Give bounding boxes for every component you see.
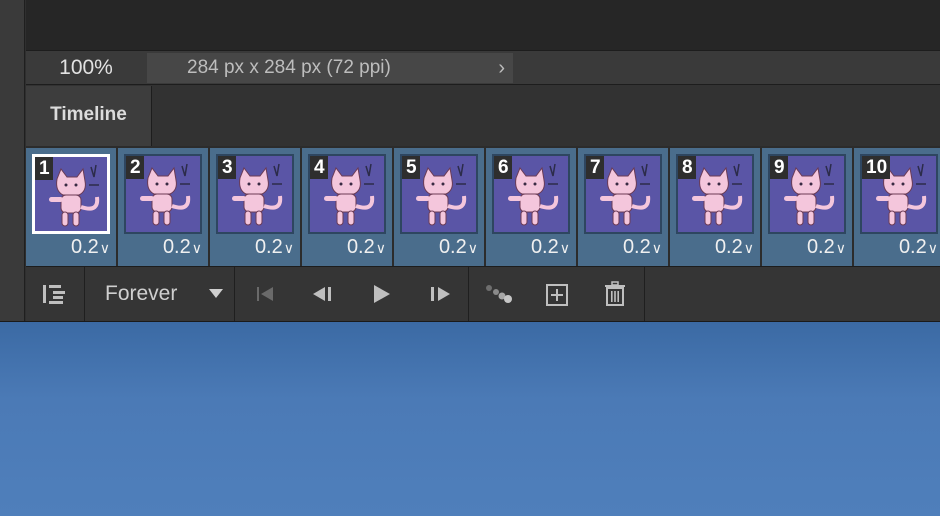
desktop-background bbox=[0, 322, 940, 516]
timeline-convert-icon[interactable] bbox=[43, 283, 69, 305]
frame-delay[interactable]: 0.2∨ bbox=[255, 236, 294, 259]
frame-number: 8 bbox=[678, 156, 696, 179]
chevron-down-icon[interactable]: ∨ bbox=[928, 240, 938, 256]
trash-icon[interactable] bbox=[603, 281, 627, 307]
frame-thumbnail[interactable]: 8 bbox=[676, 154, 754, 234]
chevron-down-icon[interactable]: ∨ bbox=[652, 240, 662, 256]
frame-delay[interactable]: 0.2∨ bbox=[531, 236, 570, 259]
frame-thumbnail[interactable]: 1 bbox=[32, 154, 110, 234]
frame-thumbnail[interactable]: 9 bbox=[768, 154, 846, 234]
convert-section bbox=[26, 267, 85, 322]
animation-frame[interactable]: 7 0.2∨ bbox=[578, 148, 668, 266]
frame-thumbnail[interactable]: 3 bbox=[216, 154, 294, 234]
panel-header: Timeline bbox=[26, 84, 940, 147]
frame-delay-value: 0.2 bbox=[254, 236, 283, 258]
chevron-down-icon[interactable]: ∨ bbox=[376, 240, 386, 256]
frame-thumbnail[interactable]: 10 bbox=[860, 154, 938, 234]
frame-thumbnail[interactable]: 7 bbox=[584, 154, 662, 234]
frame-number: 1 bbox=[35, 157, 53, 180]
frame-thumbnail[interactable]: 6 bbox=[492, 154, 570, 234]
canvas-area bbox=[26, 0, 940, 50]
zoom-level[interactable]: 100% bbox=[26, 51, 146, 84]
frame-delay-value: 0.2 bbox=[898, 236, 927, 258]
animation-frame[interactable]: 4 0.2∨ bbox=[302, 148, 392, 266]
next-frame-icon[interactable] bbox=[429, 285, 453, 303]
frames-strip: 1 0.2∨ 2 0.2∨ 3 0.2∨ 4 0.2∨ 5 0.2∨ 6 0.2∨ 7 0.2∨ 8 0.2∨… bbox=[26, 146, 940, 266]
frame-number: 10 bbox=[862, 156, 891, 179]
dropdown-caret-icon[interactable] bbox=[209, 289, 223, 298]
frame-number: 2 bbox=[126, 156, 144, 179]
status-bar: 100% 284 px x 284 px (72 ppi) › bbox=[26, 50, 940, 84]
animation-frame[interactable]: 8 0.2∨ bbox=[670, 148, 760, 266]
animation-frame[interactable]: 10 0.2∨ bbox=[854, 148, 940, 266]
chevron-down-icon[interactable]: ∨ bbox=[100, 240, 110, 256]
frame-delay[interactable]: 0.2∨ bbox=[807, 236, 846, 259]
frame-delay[interactable]: 0.2∨ bbox=[71, 236, 110, 259]
frame-delay-value: 0.2 bbox=[438, 236, 467, 258]
frame-delay[interactable]: 0.2∨ bbox=[715, 236, 754, 259]
frame-delay-value: 0.2 bbox=[530, 236, 559, 258]
tween-icon[interactable] bbox=[485, 284, 513, 304]
chevron-down-icon[interactable]: ∨ bbox=[744, 240, 754, 256]
duplicate-frame-icon[interactable] bbox=[545, 283, 569, 307]
frame-number: 9 bbox=[770, 156, 788, 179]
chevron-down-icon[interactable]: ∨ bbox=[284, 240, 294, 256]
play-icon[interactable] bbox=[371, 284, 393, 304]
frame-delay-value: 0.2 bbox=[162, 236, 191, 258]
animation-frame[interactable]: 5 0.2∨ bbox=[394, 148, 484, 266]
chevron-down-icon[interactable]: ∨ bbox=[468, 240, 478, 256]
frame-delay[interactable]: 0.2∨ bbox=[439, 236, 478, 259]
loop-options[interactable]: Forever bbox=[85, 267, 235, 322]
frame-number: 6 bbox=[494, 156, 512, 179]
frame-thumbnail[interactable]: 4 bbox=[308, 154, 386, 234]
document-dimensions: 284 px x 284 px (72 ppi) bbox=[187, 57, 391, 78]
chevron-down-icon[interactable]: ∨ bbox=[836, 240, 846, 256]
timeline-toolbar: Forever bbox=[26, 266, 940, 322]
chevron-down-icon[interactable]: ∨ bbox=[560, 240, 570, 256]
playback-controls bbox=[235, 267, 469, 322]
frame-actions bbox=[469, 267, 645, 322]
frame-number: 3 bbox=[218, 156, 236, 179]
animation-frame[interactable]: 1 0.2∨ bbox=[26, 148, 116, 266]
animation-frame[interactable]: 6 0.2∨ bbox=[486, 148, 576, 266]
document-info[interactable]: 284 px x 284 px (72 ppi) › bbox=[147, 53, 513, 83]
animation-frame[interactable]: 3 0.2∨ bbox=[210, 148, 300, 266]
frame-thumbnail[interactable]: 5 bbox=[400, 154, 478, 234]
frame-number: 4 bbox=[310, 156, 328, 179]
animation-frame[interactable]: 9 0.2∨ bbox=[762, 148, 852, 266]
frame-delay[interactable]: 0.2∨ bbox=[347, 236, 386, 259]
frame-number: 7 bbox=[586, 156, 604, 179]
animation-frame[interactable]: 2 0.2∨ bbox=[118, 148, 208, 266]
frame-delay[interactable]: 0.2∨ bbox=[899, 236, 938, 259]
first-frame-icon[interactable] bbox=[255, 285, 277, 303]
chevron-right-icon[interactable]: › bbox=[498, 53, 505, 83]
left-gutter bbox=[0, 0, 25, 322]
frame-delay[interactable]: 0.2∨ bbox=[623, 236, 662, 259]
frame-delay-value: 0.2 bbox=[70, 236, 99, 258]
frame-delay-value: 0.2 bbox=[806, 236, 835, 258]
frame-delay-value: 0.2 bbox=[622, 236, 651, 258]
frame-delay-value: 0.2 bbox=[714, 236, 743, 258]
previous-frame-icon[interactable] bbox=[311, 285, 335, 303]
chevron-down-icon[interactable]: ∨ bbox=[192, 240, 202, 256]
frame-delay[interactable]: 0.2∨ bbox=[163, 236, 202, 259]
frame-number: 5 bbox=[402, 156, 420, 179]
frame-delay-value: 0.2 bbox=[346, 236, 375, 258]
frame-thumbnail[interactable]: 2 bbox=[124, 154, 202, 234]
loop-select-value[interactable]: Forever bbox=[105, 282, 177, 306]
tab-timeline[interactable]: Timeline bbox=[26, 86, 152, 147]
